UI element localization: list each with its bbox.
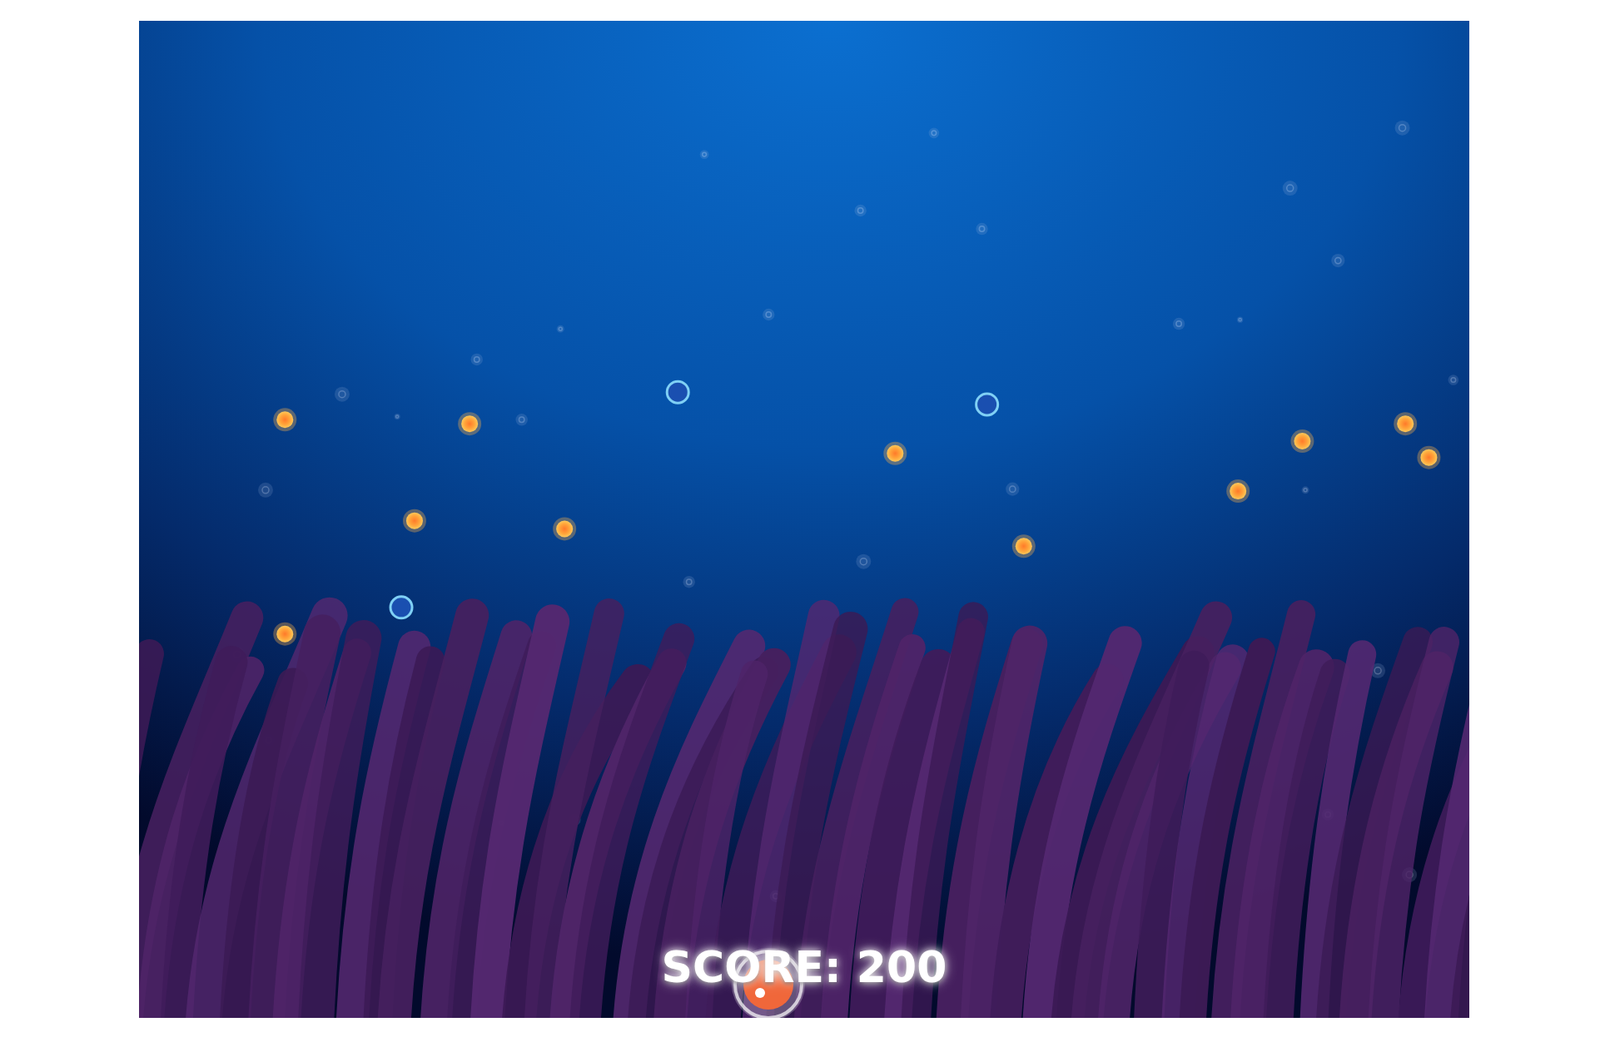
food-pellet-icon[interactable] bbox=[457, 412, 482, 436]
plankton-icon bbox=[1237, 317, 1243, 323]
plankton-icon bbox=[975, 223, 988, 235]
plankton-icon bbox=[1301, 486, 1310, 494]
plankton-icon bbox=[394, 413, 401, 420]
plankton-icon bbox=[762, 308, 775, 321]
bubble-icon[interactable] bbox=[666, 381, 689, 403]
plankton-icon bbox=[1172, 318, 1185, 330]
plankton-icon bbox=[1282, 180, 1298, 196]
plankton-icon bbox=[1395, 120, 1411, 136]
plankton-icon bbox=[334, 387, 350, 403]
plankton-icon bbox=[258, 482, 274, 498]
plankton-icon bbox=[700, 149, 710, 160]
food-pellet-icon[interactable] bbox=[402, 509, 427, 533]
plankton-icon bbox=[1448, 374, 1460, 386]
plankton-icon bbox=[471, 353, 483, 366]
food-pellet-icon[interactable] bbox=[883, 442, 907, 466]
food-pellet-icon[interactable] bbox=[552, 516, 577, 541]
plankton-icon bbox=[854, 204, 866, 217]
food-pellet-icon[interactable] bbox=[1290, 429, 1314, 453]
food-pellet-icon[interactable] bbox=[1012, 534, 1036, 558]
plankton-icon bbox=[556, 325, 565, 333]
score-label: SCORE: 200 bbox=[139, 941, 1470, 994]
food-pellet-icon[interactable] bbox=[1416, 446, 1441, 470]
game-canvas[interactable]: SCORE: 200 bbox=[139, 20, 1470, 1019]
food-pellet-icon[interactable] bbox=[273, 622, 297, 646]
bubble-icon[interactable] bbox=[390, 596, 413, 619]
seaweed-strand bbox=[1466, 659, 1470, 1019]
food-pellet-icon[interactable] bbox=[273, 407, 297, 432]
plankton-icon bbox=[855, 554, 871, 570]
plankton-icon bbox=[515, 413, 527, 426]
food-pellet-icon[interactable] bbox=[1393, 412, 1417, 436]
plankton-icon bbox=[1005, 482, 1019, 497]
plankton-icon bbox=[1331, 253, 1345, 268]
plankton-icon bbox=[929, 128, 940, 140]
plankton-icon bbox=[683, 576, 696, 588]
bubble-icon[interactable] bbox=[976, 393, 999, 416]
ocean-scene bbox=[139, 20, 1470, 1019]
food-pellet-icon[interactable] bbox=[1226, 479, 1250, 503]
